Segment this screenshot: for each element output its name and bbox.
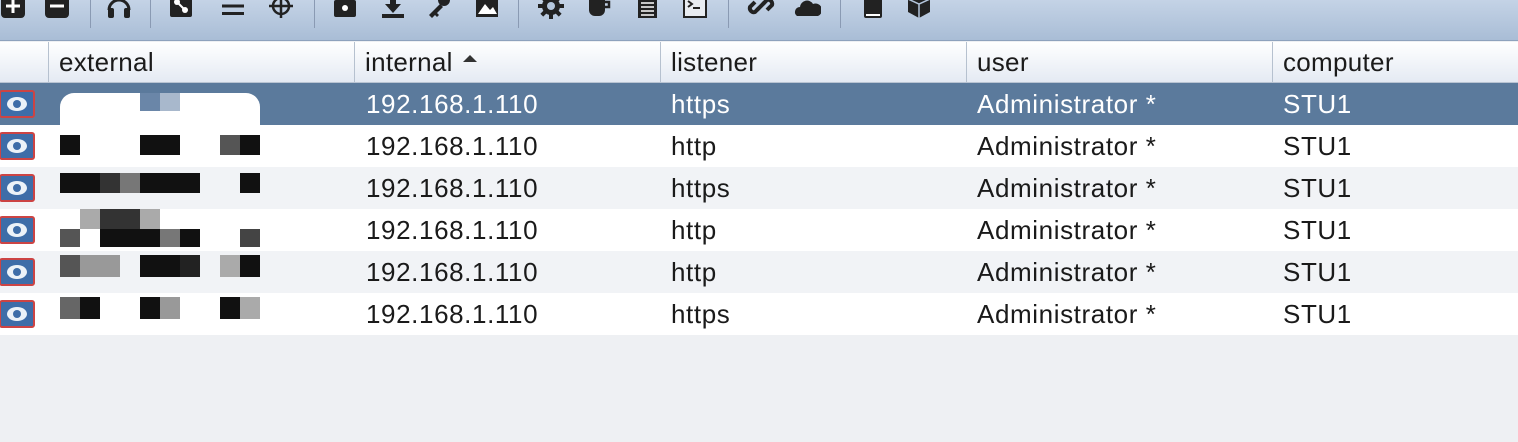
toolbar-separator: [840, 0, 841, 28]
column-header-internal[interactable]: internal: [354, 42, 660, 82]
table-row[interactable]: 192.168.1.110 http Administrator * STU1: [0, 209, 1518, 251]
book-icon[interactable]: [858, 0, 888, 26]
windows-session-icon: [0, 300, 35, 328]
cell-user: Administrator *: [977, 131, 1157, 161]
cell-listener: http: [671, 257, 717, 287]
cell-user: Administrator *: [977, 215, 1157, 245]
link-icon[interactable]: [746, 0, 776, 26]
column-header-icon[interactable]: [0, 42, 48, 82]
toolbar-separator: [728, 0, 729, 28]
toolbar-separator: [90, 0, 91, 28]
redacted-external-ip: [60, 293, 260, 335]
table-row[interactable]: 192.168.1.110 https Administrator * STU1: [0, 167, 1518, 209]
column-header-user[interactable]: user: [966, 42, 1272, 82]
toolbar-separator: [314, 0, 315, 28]
column-header-label: internal: [365, 47, 453, 77]
windows-session-icon: [0, 90, 35, 118]
folder-icon[interactable]: [330, 0, 360, 26]
redacted-external-ip: [60, 209, 260, 251]
cell-listener: https: [671, 89, 731, 119]
add-icon[interactable]: [0, 0, 28, 26]
remove-icon[interactable]: [42, 0, 72, 26]
windows-session-icon: [0, 132, 35, 160]
windows-session-icon: [0, 216, 35, 244]
column-header-label: external: [59, 47, 154, 77]
cell-user: Administrator *: [977, 257, 1157, 287]
list-icon[interactable]: [218, 0, 248, 26]
cell-user: Administrator *: [977, 299, 1157, 329]
cell-computer: STU1: [1283, 257, 1352, 287]
redacted-external-ip: [60, 251, 260, 293]
image-icon[interactable]: [472, 0, 502, 26]
console-icon[interactable]: [680, 0, 710, 26]
column-header-external[interactable]: external: [48, 42, 354, 82]
targets-icon[interactable]: [166, 0, 196, 26]
key-icon[interactable]: [424, 0, 454, 26]
redacted-external-ip: [60, 125, 260, 167]
cell-computer: STU1: [1283, 173, 1352, 203]
coffee-icon[interactable]: [584, 0, 614, 26]
toolbar-separator: [518, 0, 519, 28]
gear-icon[interactable]: [536, 0, 566, 26]
windows-session-icon: [0, 174, 35, 202]
table-row[interactable]: 192.168.1.110 https Administrator * STU1: [0, 293, 1518, 335]
table-empty-area: [0, 335, 1518, 442]
windows-session-icon: [0, 258, 35, 286]
table-header: external internal listener user computer: [0, 42, 1518, 83]
cell-computer: STU1: [1283, 215, 1352, 245]
cell-computer: STU1: [1283, 299, 1352, 329]
cell-internal: 192.168.1.110: [366, 299, 539, 329]
column-header-computer[interactable]: computer: [1272, 42, 1518, 82]
download-icon[interactable]: [378, 0, 408, 26]
column-header-label: listener: [671, 47, 758, 77]
redacted-external-ip: [60, 83, 260, 125]
sort-ascending-icon: [462, 54, 477, 62]
crosshair-icon[interactable]: [266, 0, 296, 26]
package-icon[interactable]: [904, 0, 934, 26]
cell-listener: http: [671, 131, 717, 161]
cell-internal: 192.168.1.110: [366, 257, 539, 287]
redacted-external-ip: [60, 167, 260, 209]
cell-computer: STU1: [1283, 131, 1352, 161]
table-row[interactable]: 192.168.1.110 https Administrator * STU1: [0, 83, 1518, 125]
headphones-icon[interactable]: [104, 0, 134, 26]
cell-internal: 192.168.1.110: [366, 131, 539, 161]
cell-internal: 192.168.1.110: [366, 173, 539, 203]
cloud-icon[interactable]: [792, 0, 822, 26]
table-row[interactable]: 192.168.1.110 http Administrator * STU1: [0, 125, 1518, 167]
cell-internal: 192.168.1.110: [366, 215, 539, 245]
column-header-listener[interactable]: listener: [660, 42, 966, 82]
table-row[interactable]: 192.168.1.110 http Administrator * STU1: [0, 251, 1518, 293]
notepad-icon[interactable]: [632, 0, 662, 26]
column-header-label: computer: [1283, 47, 1394, 77]
cell-user: Administrator *: [977, 173, 1157, 203]
toolbar-separator: [150, 0, 151, 28]
cell-computer: STU1: [1283, 89, 1352, 119]
cell-listener: http: [671, 215, 717, 245]
cell-internal: 192.168.1.110: [366, 89, 539, 119]
cell-listener: https: [671, 299, 731, 329]
cell-user: Administrator *: [977, 89, 1157, 119]
cell-listener: https: [671, 173, 731, 203]
toolbar: [0, 0, 1518, 41]
column-header-label: user: [977, 47, 1029, 77]
